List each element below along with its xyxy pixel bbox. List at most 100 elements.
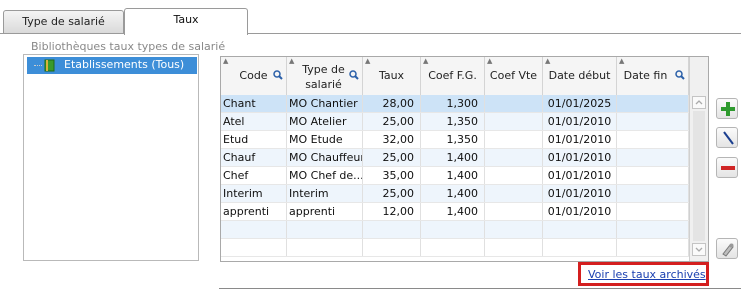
cell-coef-fg[interactable]: 1,350 — [421, 131, 485, 148]
cell-date-debut[interactable] — [543, 239, 617, 256]
table-row[interactable]: apprenti apprenti 12,00 1,400 01/01/2010 — [221, 203, 689, 221]
cell-coef-fg[interactable]: 1,300 — [421, 95, 485, 112]
cell-taux[interactable]: 35,00 — [363, 167, 421, 184]
column-header-code[interactable]: ▲ Code — [221, 57, 287, 95]
cell-type[interactable]: MO Chantier — [287, 95, 363, 112]
column-header-date-debut[interactable]: ▲ Date début — [543, 57, 617, 95]
cell-date-fin[interactable] — [617, 113, 689, 130]
table-row[interactable]: Chant MO Chantier 28,00 1,300 01/01/2025 — [221, 95, 689, 113]
cell-coef-fg[interactable]: 1,400 — [421, 203, 485, 220]
table-row[interactable]: Chauf MO Chauffeur 25,00 1,400 01/01/2010 — [221, 149, 689, 167]
delete-button[interactable] — [716, 157, 738, 178]
cell-coef-vte[interactable] — [485, 239, 543, 256]
cell-coef-vte[interactable] — [485, 113, 543, 130]
search-icon[interactable] — [675, 70, 685, 80]
cell-coef-fg[interactable]: 1,400 — [421, 149, 485, 166]
tree-item-etablissements[interactable]: Etablissements (Tous) — [27, 57, 197, 74]
vertical-scrollbar[interactable] — [689, 57, 708, 261]
cell-date-debut[interactable]: 01/01/2010 — [543, 185, 617, 202]
archive-tool-button[interactable] — [716, 238, 738, 259]
cell-code[interactable]: Etud — [221, 131, 287, 148]
column-header-date-fin[interactable]: ▲ Date fin — [617, 57, 689, 95]
cell-date-debut[interactable] — [543, 221, 617, 238]
search-icon[interactable] — [273, 70, 283, 80]
cell-coef-vte[interactable] — [485, 95, 543, 112]
scroll-up-button[interactable] — [692, 96, 706, 109]
cell-code[interactable]: Chauf — [221, 149, 287, 166]
cell-taux[interactable] — [363, 221, 421, 238]
add-button[interactable] — [716, 98, 738, 119]
tab-bar: Type de salarié Taux — [0, 0, 741, 35]
library-label: Bibliothèques taux types de salarié — [31, 40, 226, 53]
table-row[interactable]: Atel MO Atelier 25,00 1,350 01/01/2010 — [221, 113, 689, 131]
column-header-coef-fg[interactable]: ▲ Coef F.G. — [421, 57, 485, 95]
cell-date-debut[interactable]: 01/01/2010 — [543, 149, 617, 166]
cell-code[interactable] — [221, 221, 287, 238]
cell-coef-vte[interactable] — [485, 131, 543, 148]
sort-marker: ▲ — [223, 57, 229, 65]
table-row[interactable]: Etud MO Etude 32,00 1,350 01/01/2010 — [221, 131, 689, 149]
cell-taux[interactable]: 25,00 — [363, 185, 421, 202]
table-row[interactable]: Chef MO Chef de... 35,00 1,400 01/01/2010 — [221, 167, 689, 185]
cell-coef-fg[interactable] — [421, 239, 485, 256]
cell-date-fin[interactable] — [617, 149, 689, 166]
cell-date-fin[interactable] — [617, 221, 689, 238]
cell-type[interactable]: apprenti — [287, 203, 363, 220]
cell-date-fin[interactable] — [617, 239, 689, 256]
cell-coef-fg[interactable]: 1,350 — [421, 113, 485, 130]
table-row[interactable]: Interim Interim 25,00 1,400 01/01/2010 — [221, 185, 689, 203]
column-label: Coef Vte — [489, 69, 538, 82]
cell-type[interactable] — [287, 239, 363, 256]
cell-type[interactable]: Interim — [287, 185, 363, 202]
cell-coef-vte[interactable] — [485, 149, 543, 166]
edit-button[interactable] — [716, 127, 738, 148]
cell-coef-vte[interactable] — [485, 203, 543, 220]
cell-code[interactable]: Chef — [221, 167, 287, 184]
cell-type[interactable]: MO Etude — [287, 131, 363, 148]
tab-taux[interactable]: Taux — [124, 8, 248, 35]
cell-code[interactable]: Chant — [221, 95, 287, 112]
cell-coef-vte[interactable] — [485, 221, 543, 238]
cell-date-fin[interactable] — [617, 167, 689, 184]
cell-taux[interactable]: 25,00 — [363, 149, 421, 166]
tab-type-de-salarie[interactable]: Type de salarié — [3, 10, 124, 33]
cell-type[interactable]: MO Chauffeur — [287, 149, 363, 166]
cell-type[interactable]: MO Chef de... — [287, 167, 363, 184]
library-tree[interactable]: Etablissements (Tous) — [23, 54, 199, 261]
cell-type[interactable]: MO Atelier — [287, 113, 363, 130]
column-header-coef-vte[interactable]: ▲ Coef Vte — [485, 57, 543, 95]
scroll-track[interactable] — [693, 111, 705, 241]
cell-code[interactable]: apprenti — [221, 203, 287, 220]
cell-coef-fg[interactable]: 1,400 — [421, 167, 485, 184]
cell-date-fin[interactable] — [617, 131, 689, 148]
cell-date-debut[interactable]: 01/01/2010 — [543, 131, 617, 148]
cell-date-debut[interactable]: 01/01/2010 — [543, 113, 617, 130]
cell-coef-vte[interactable] — [485, 185, 543, 202]
cell-code[interactable] — [221, 239, 287, 256]
column-header-type[interactable]: ▲ Type de salarié — [287, 57, 363, 95]
empty-row[interactable] — [221, 239, 689, 257]
search-icon[interactable] — [349, 70, 359, 80]
column-header-taux[interactable]: ▲ Taux — [363, 57, 421, 95]
cell-date-debut[interactable]: 01/01/2010 — [543, 167, 617, 184]
cell-coef-fg[interactable] — [421, 221, 485, 238]
empty-row[interactable] — [221, 221, 689, 239]
cell-date-debut[interactable]: 01/01/2010 — [543, 203, 617, 220]
archived-rates-link[interactable]: Voir les taux archivés — [588, 268, 706, 281]
cell-date-fin[interactable] — [617, 203, 689, 220]
cell-code[interactable]: Atel — [221, 113, 287, 130]
cell-date-fin[interactable] — [617, 95, 689, 112]
cell-coef-fg[interactable]: 1,400 — [421, 185, 485, 202]
cell-taux[interactable] — [363, 239, 421, 256]
cell-taux[interactable]: 28,00 — [363, 95, 421, 112]
cell-taux[interactable]: 32,00 — [363, 131, 421, 148]
tree-item-label: Etablissements (Tous) — [64, 58, 185, 71]
cell-code[interactable]: Interim — [221, 185, 287, 202]
cell-coef-vte[interactable] — [485, 167, 543, 184]
cell-date-fin[interactable] — [617, 185, 689, 202]
cell-taux[interactable]: 25,00 — [363, 113, 421, 130]
cell-type[interactable] — [287, 221, 363, 238]
scroll-down-button[interactable] — [692, 243, 706, 256]
cell-date-debut[interactable]: 01/01/2025 — [543, 95, 617, 112]
cell-taux[interactable]: 12,00 — [363, 203, 421, 220]
